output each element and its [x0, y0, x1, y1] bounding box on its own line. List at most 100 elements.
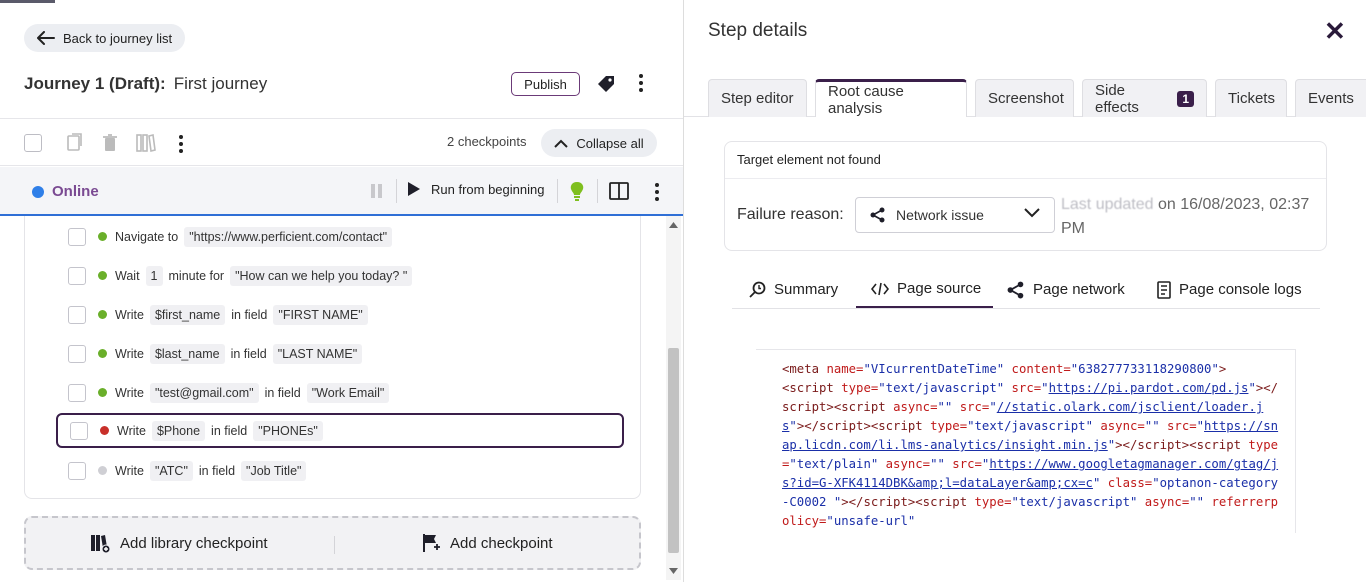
subtab-summary[interactable]: Summary [749, 271, 838, 308]
library-add-icon [91, 535, 110, 553]
step-checkbox[interactable] [70, 421, 88, 440]
select-all-checkbox[interactable] [24, 134, 42, 152]
add-checkpoint-area: Add library checkpoint Add checkpoint [24, 516, 641, 570]
add-checkpoint-label: Add checkpoint [450, 534, 553, 552]
step-keyword: in field [264, 385, 301, 400]
scrollbar-thumb[interactable] [668, 348, 679, 553]
failure-reason-value: Network issue [896, 207, 984, 223]
subtab-page-console-logs[interactable]: Page console logs [1157, 271, 1302, 308]
step-checkbox[interactable] [68, 266, 86, 285]
step-value-chip: "PHONEs" [253, 420, 323, 441]
step-keyword: Write [117, 423, 146, 438]
close-icon[interactable]: ✕ [1324, 18, 1346, 44]
page-source-viewer[interactable]: <meta name="VIcurrentDateTime" content="… [756, 349, 1296, 533]
chevron-up-icon [554, 139, 569, 148]
back-label: Back to journey list [63, 30, 173, 46]
tab-label: Screenshot [988, 90, 1064, 107]
subtab-label: Page source [897, 280, 982, 297]
checkpoint-toolbar: 2 checkpoints Collapse all [0, 118, 683, 166]
page-source-code: <meta name="VIcurrentDateTime" content="… [782, 362, 1279, 528]
step-value-chip: $first_name [149, 304, 226, 325]
copy-icon[interactable] [66, 133, 84, 153]
journey-panel: Back to journey list Journey 1 (Draft): … [0, 0, 683, 582]
step-checkbox[interactable] [68, 461, 86, 480]
step-value-chip: 1 [145, 265, 163, 286]
failure-reason-select[interactable]: Network issue [855, 197, 1055, 233]
subtab-label: Page network [1033, 281, 1125, 298]
step-value-chip: "test@gmail.com" [149, 382, 259, 403]
journey-name: First journey [173, 74, 268, 93]
chevron-down-icon [1024, 208, 1040, 218]
step-checkbox[interactable] [68, 227, 86, 246]
step-text: Write $first_name in field "FIRST NAME" [115, 304, 368, 325]
tab-tickets[interactable]: Tickets [1215, 79, 1287, 117]
publish-button[interactable]: Publish [511, 72, 580, 96]
step-row[interactable]: Wait 1 minute for "How can we help you toda… [56, 258, 624, 293]
run-from-beginning-button[interactable]: Run from beginning [407, 181, 544, 197]
split-view-icon[interactable] [609, 182, 629, 200]
collapse-all-button[interactable]: Collapse all [541, 129, 657, 157]
library-icon[interactable] [136, 133, 156, 153]
tab-root-cause-analysis[interactable]: Root cause analysis [815, 79, 967, 117]
subtab-page-network[interactable]: Page network [1007, 271, 1125, 308]
tab-events[interactable]: Events [1295, 79, 1366, 117]
panel-title: Step details [708, 20, 808, 41]
tab-step-editor[interactable]: Step editor [708, 79, 807, 117]
rca-message: Target element not found [737, 152, 881, 167]
journey-title: Journey 1 (Draft): First journey [24, 74, 267, 94]
failure-reason-label: Failure reason: [737, 206, 844, 223]
code-icon [871, 282, 889, 295]
step-row[interactable]: Write $Phone in field "PHONEs" [56, 413, 624, 448]
step-checkbox[interactable] [68, 305, 86, 324]
step-value-chip: "How can we help you today? " [230, 265, 413, 286]
step-row[interactable]: Write "ATC" in field "Job Title" [56, 453, 624, 488]
checkpoint-count: 2 checkpoints [447, 134, 527, 149]
lightbulb-icon[interactable] [569, 181, 585, 201]
last-updated-pm: PM [1061, 220, 1085, 237]
subtab-page-source[interactable]: Page source [856, 271, 993, 308]
status-more-menu-icon[interactable] [652, 183, 662, 201]
scroll-up-arrow-icon[interactable] [669, 222, 678, 228]
step-value-chip: $last_name [149, 343, 225, 364]
add-library-checkpoint-button[interactable]: Add library checkpoint [90, 518, 268, 568]
journey-more-menu-icon[interactable] [636, 74, 646, 92]
step-details-tabs: Step editor Root cause analysis Screensh… [684, 79, 1366, 117]
step-keyword: Write [115, 346, 144, 361]
add-checkpoint-button[interactable]: Add checkpoint [422, 518, 553, 568]
toolbar-more-menu-icon[interactable] [176, 135, 186, 153]
flag-add-icon [423, 534, 440, 552]
tab-label: Step editor [721, 90, 794, 107]
step-keyword: Navigate to [115, 229, 179, 244]
run-label: Run from beginning [431, 181, 545, 197]
divider [396, 179, 397, 203]
step-row[interactable]: Write $first_name in field "FIRST NAME" [56, 297, 624, 332]
step-value-chip: "ATC" [149, 460, 193, 481]
step-status-dot [98, 349, 107, 358]
step-row[interactable]: Navigate to "https://www.perficient.com/c… [56, 219, 624, 254]
step-row[interactable]: Write "test@gmail.com" in field "Work Email… [56, 375, 624, 410]
step-row[interactable]: Write $last_name in field "LAST NAME" [56, 336, 624, 371]
execution-status-bar: Online Run from beginning [0, 167, 683, 216]
step-text: Write "ATC" in field "Job Title" [115, 460, 307, 481]
root-cause-card: Target element not found Failure reason:… [724, 141, 1327, 251]
scroll-down-arrow-icon[interactable] [669, 568, 678, 574]
tag-icon[interactable] [597, 75, 615, 93]
rca-subtabs: Summary Page source Page network Page co… [732, 271, 1320, 309]
subtab-label: Summary [774, 281, 839, 298]
step-keyword: in field [230, 346, 267, 361]
pause-icon[interactable] [371, 184, 382, 198]
step-status-dot [98, 271, 107, 280]
trash-icon[interactable] [102, 133, 118, 153]
step-keyword: Write [115, 307, 144, 322]
tab-label: Root cause analysis [828, 82, 904, 117]
step-keyword: Wait [115, 268, 140, 283]
tab-side-effects[interactable]: Side effects 1 [1082, 79, 1207, 117]
online-label: Online [52, 183, 99, 200]
step-checkbox[interactable] [68, 344, 86, 363]
step-text: Write $Phone in field "PHONEs" [117, 420, 323, 441]
last-updated: Last updated on 16/08/2023, 02:37 PM [1061, 193, 1321, 241]
back-to-journey-list-button[interactable]: Back to journey list [24, 24, 186, 52]
step-checkbox[interactable] [68, 383, 86, 402]
tab-screenshot[interactable]: Screenshot [975, 79, 1074, 117]
last-updated-date: on 16/08/2023, 02:37 [1157, 196, 1310, 213]
